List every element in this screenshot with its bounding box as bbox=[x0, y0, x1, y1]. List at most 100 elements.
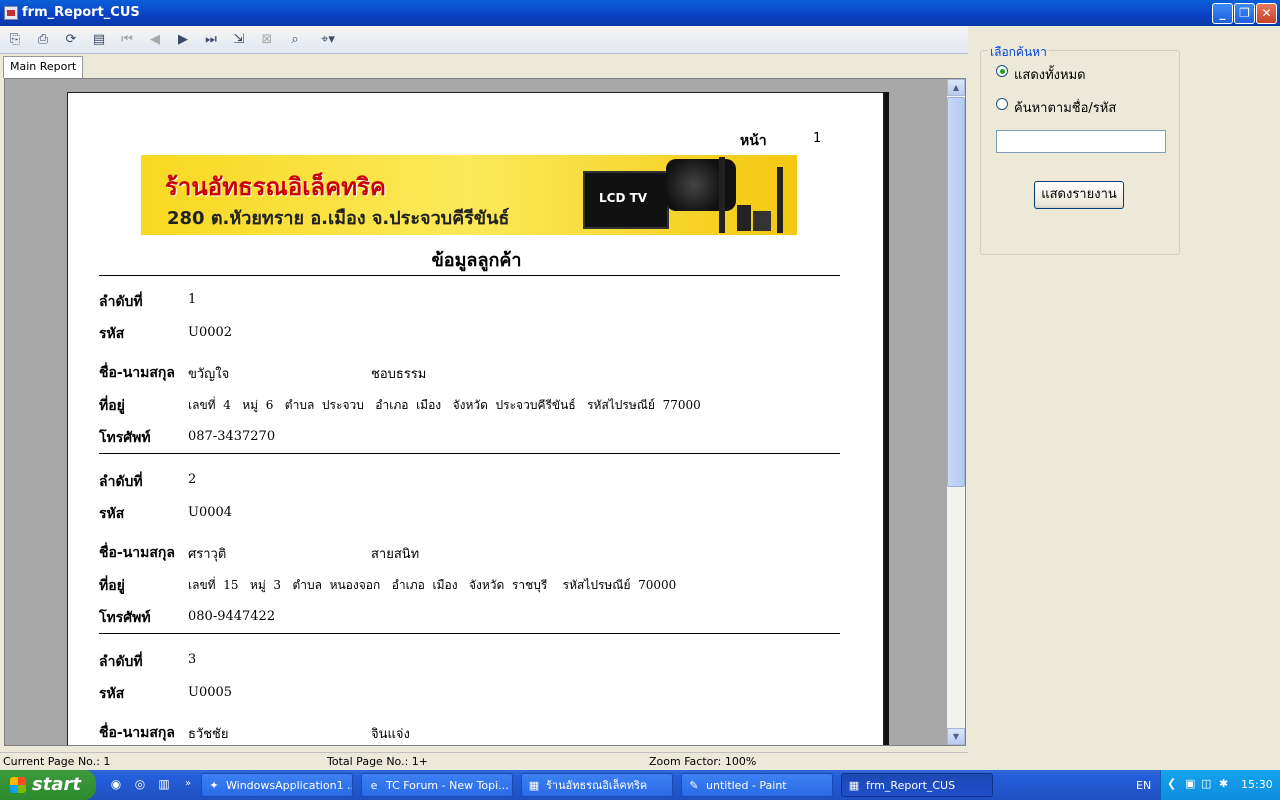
goto-page-icon[interactable]: ⇲ bbox=[230, 31, 248, 49]
label-name: ชื่อ-นามสกุล bbox=[99, 365, 175, 381]
export-icon[interactable]: ⎘ bbox=[6, 31, 24, 49]
customer-address: เลขที่ 15 หมู่ 3 ตำบล หนองจอก อำเภอ เมือ… bbox=[188, 578, 677, 592]
refresh-icon[interactable]: ⟳ bbox=[62, 31, 80, 49]
report-viewer: หน้า 1 ร้านอัทธรณอิเล็คทริค 280 ต.หัวยทร… bbox=[4, 78, 966, 746]
search-panel: เลือกค้นหา แสดงทั้งหมด ค้นหาตามชื่อ/รหัส… bbox=[968, 26, 1280, 770]
customer-seq: 3 bbox=[188, 652, 197, 667]
form-icon: ▦ bbox=[528, 779, 540, 792]
search-input[interactable] bbox=[996, 130, 1166, 153]
customer-phone: 087-3437270 bbox=[188, 429, 276, 444]
camcorder-image bbox=[666, 159, 736, 211]
search-binoculars-icon[interactable]: ⌕ bbox=[286, 31, 304, 49]
divider bbox=[99, 275, 840, 276]
label-seq: ลำดับที่ bbox=[99, 294, 143, 310]
radio-show-all-label[interactable]: แสดงทั้งหมด bbox=[1014, 64, 1086, 85]
speaker-image bbox=[753, 211, 771, 231]
status-current-page: Current Page No.: 1 bbox=[3, 755, 111, 768]
divider bbox=[99, 453, 840, 454]
speaker-image bbox=[777, 167, 783, 233]
paint-icon: ✎ bbox=[689, 779, 699, 792]
label-seq: ลำดับที่ bbox=[99, 654, 143, 670]
shop-banner: ร้านอัทธรณอิเล็คทริค 280 ต.หัวยทราย อ.เม… bbox=[141, 155, 797, 235]
taskbar-item-active[interactable]: ▦ frm_Report_CUS bbox=[841, 773, 993, 797]
quicklaunch-icon[interactable]: ▥ bbox=[156, 776, 172, 792]
banner-tv-label: LCD TV bbox=[599, 191, 648, 205]
report-title: ข้อมูลลูกค้า bbox=[431, 250, 522, 271]
minimize-button[interactable]: _ bbox=[1212, 3, 1233, 24]
report-page: หน้า 1 ร้านอัทธรณอิเล็คทริค 280 ต.หัวยทร… bbox=[67, 92, 884, 745]
clock[interactable]: 15:30 bbox=[1241, 778, 1273, 791]
form-icon: ▦ bbox=[848, 779, 860, 792]
customer-code: U0002 bbox=[188, 325, 233, 340]
ie-icon: e bbox=[370, 779, 378, 792]
taskbar-item-label: ร้านอัทธรณอิเล็คทริค bbox=[546, 779, 648, 792]
quicklaunch-icon[interactable]: ◉ bbox=[108, 776, 124, 792]
tab-main-report[interactable]: Main Report bbox=[3, 56, 84, 78]
label-address: ที่อยู่ bbox=[99, 578, 125, 594]
prev-page-icon[interactable]: ◀ bbox=[146, 31, 164, 49]
label-seq: ลำดับที่ bbox=[99, 474, 143, 490]
customer-phone: 080-9447422 bbox=[188, 609, 276, 624]
first-page-icon[interactable]: ⏮ bbox=[118, 31, 136, 49]
speaker-image bbox=[719, 157, 725, 233]
quicklaunch-icon[interactable]: ◎ bbox=[132, 776, 148, 792]
label-name: ชื่อ-นามสกุล bbox=[99, 545, 175, 561]
label-code: รหัส bbox=[99, 326, 125, 342]
customer-last-name: จินแจ่ง bbox=[371, 727, 410, 742]
quicklaunch-expand-icon[interactable]: » bbox=[180, 776, 196, 792]
customer-code: U0005 bbox=[188, 685, 233, 700]
bluetooth-icon[interactable]: ✱ bbox=[1219, 777, 1228, 790]
vs-icon: ✦ bbox=[209, 779, 219, 792]
tab-strip: Main Report bbox=[0, 54, 968, 78]
tray-app-icon[interactable]: ▣ bbox=[1185, 777, 1195, 790]
status-bar: Current Page No.: 1 Total Page No.: 1+ Z… bbox=[0, 752, 968, 770]
status-zoom: Zoom Factor: 100% bbox=[649, 755, 757, 768]
search-group-legend: เลือกค้นหา bbox=[988, 43, 1049, 62]
status-total-pages: Total Page No.: 1+ bbox=[327, 755, 428, 768]
radio-show-all[interactable] bbox=[996, 65, 1008, 77]
customer-first-name: ธวัชชัย bbox=[188, 727, 229, 742]
page-number: 1 bbox=[813, 131, 822, 146]
taskbar-item-label: TC Forum - New Topi... bbox=[386, 779, 509, 792]
taskbar-item-label: untitled - Paint bbox=[706, 779, 787, 792]
label-code: รหัส bbox=[99, 506, 125, 522]
start-button[interactable]: start bbox=[0, 770, 96, 800]
taskbar-item-label: frm_Report_CUS bbox=[866, 779, 956, 792]
app-icon bbox=[4, 6, 18, 20]
label-code: รหัส bbox=[99, 686, 125, 702]
customer-address: เลขที่ 4 หมู่ 6 ตำบล ประจวบ อำเภอ เมือง … bbox=[188, 398, 701, 412]
taskbar-item[interactable]: ✎ untitled - Paint bbox=[681, 773, 833, 797]
label-phone: โทรศัพท์ bbox=[99, 430, 151, 446]
speaker-image bbox=[737, 205, 751, 231]
close-button[interactable]: ✕ bbox=[1256, 3, 1277, 24]
page-label: หน้า bbox=[740, 133, 767, 149]
last-page-icon[interactable]: ⏭ bbox=[202, 31, 220, 49]
taskbar: start ◉ ◎ ▥ » ✦ WindowsApplication1 ... e… bbox=[0, 770, 1280, 800]
stop-icon[interactable]: ⊠ bbox=[258, 31, 276, 49]
customer-first-name: ขวัญใจ bbox=[188, 367, 230, 382]
language-indicator[interactable]: EN bbox=[1136, 779, 1151, 792]
show-report-button[interactable]: แสดงรายงาน bbox=[1034, 181, 1124, 209]
label-name: ชื่อ-นามสกุล bbox=[99, 725, 175, 741]
label-phone: โทรศัพท์ bbox=[99, 610, 151, 626]
scroll-thumb[interactable] bbox=[947, 97, 965, 487]
network-icon[interactable]: ◫ bbox=[1201, 777, 1211, 790]
taskbar-item[interactable]: ▦ ร้านอัทธรณอิเล็คทริค bbox=[521, 773, 673, 797]
radio-search-by-name-label[interactable]: ค้นหาตามชื่อ/รหัส bbox=[1014, 97, 1116, 118]
tray-expand-icon[interactable]: ❮ bbox=[1167, 777, 1176, 790]
next-page-icon[interactable]: ▶ bbox=[174, 31, 192, 49]
report-toolbar: ⎘ ⎙ ⟳ ▤ ⏮ ◀ ▶ ⏭ ⇲ ⊠ ⌕ ⌖▾ bbox=[0, 26, 968, 54]
print-icon[interactable]: ⎙ bbox=[34, 31, 52, 49]
group-tree-icon[interactable]: ▤ bbox=[90, 31, 108, 49]
banner-shop-name: ร้านอัทธรณอิเล็คทริค bbox=[165, 172, 386, 201]
scroll-down-arrow-icon[interactable]: ▼ bbox=[947, 728, 965, 745]
vertical-scrollbar[interactable]: ▲ ▼ bbox=[947, 79, 965, 745]
taskbar-item[interactable]: e TC Forum - New Topi... bbox=[361, 773, 513, 797]
restore-button[interactable]: ❐ bbox=[1234, 3, 1255, 24]
zoom-icon[interactable]: ⌖▾ bbox=[314, 31, 342, 49]
scroll-up-arrow-icon[interactable]: ▲ bbox=[947, 79, 965, 96]
radio-search-by-name[interactable] bbox=[996, 98, 1008, 110]
system-tray: ❮ ▣ ◫ ✱ 15:30 bbox=[1160, 770, 1280, 800]
customer-seq: 1 bbox=[188, 292, 197, 307]
taskbar-item[interactable]: ✦ WindowsApplication1 ... bbox=[201, 773, 353, 797]
